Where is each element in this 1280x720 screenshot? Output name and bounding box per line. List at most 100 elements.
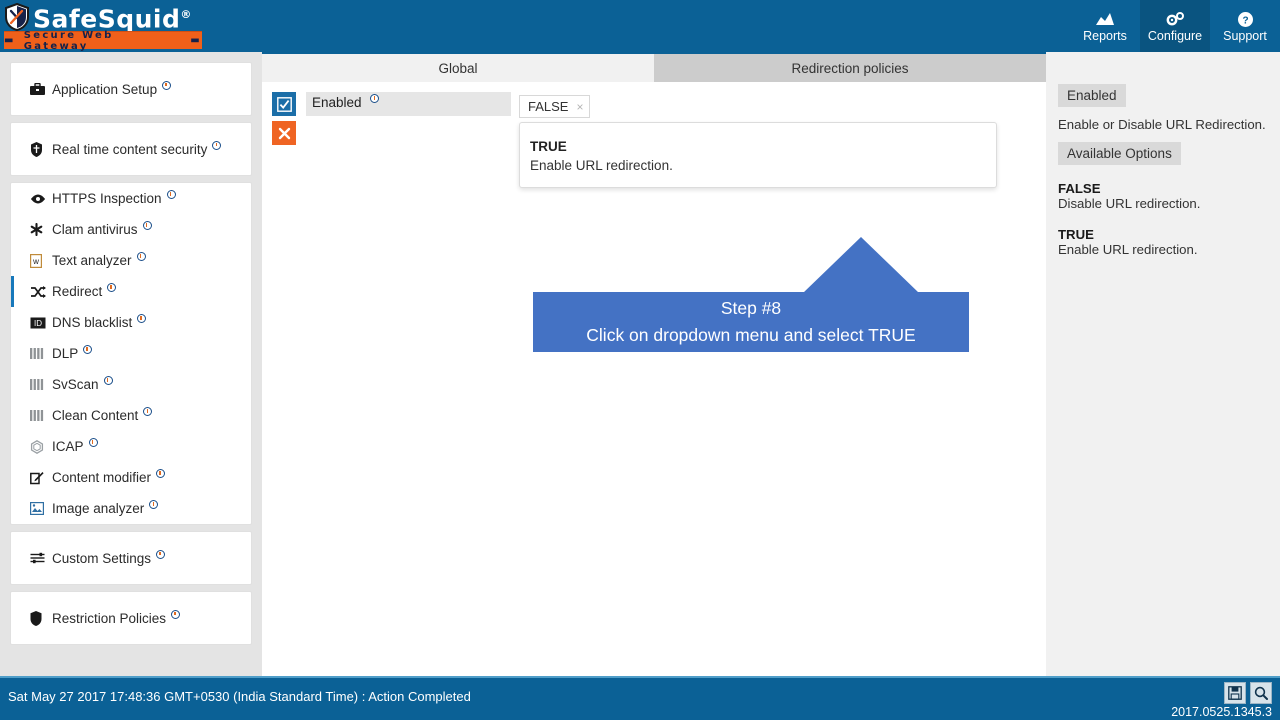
remove-value-icon[interactable]: × [576, 100, 583, 114]
sidebar-item-content-modifier[interactable]: Content modifier [11, 462, 251, 493]
sidebar-item-restriction-policies[interactable]: Restriction Policies [11, 592, 251, 644]
help-title-chip: Enabled [1058, 84, 1126, 107]
svg-text:?: ? [1242, 16, 1248, 27]
help-option-name-true: TRUE [1058, 227, 1094, 242]
info-icon[interactable] [103, 376, 113, 385]
callout-step-number: Step #8 [720, 298, 782, 318]
sliders-icon [30, 552, 50, 564]
asterisk-icon [30, 223, 50, 236]
info-icon[interactable] [212, 140, 222, 150]
info-icon[interactable] [162, 80, 172, 90]
sidebar-item-dlp[interactable]: DLP [11, 338, 251, 369]
logo-main: SafeSquid® [4, 1, 192, 33]
sidebar-item-real-time-content-security[interactable]: Real time content security [11, 123, 251, 175]
help-option-true: TRUE Enable URL redirection. [1058, 227, 1268, 257]
bars-icon [30, 410, 50, 421]
tab-global[interactable]: Global [262, 54, 654, 82]
info-icon[interactable] [137, 314, 147, 323]
sidebar-group-custom: Custom Settings [10, 531, 252, 585]
help-panel: Enabled Enable or Disable URL Redirectio… [1046, 52, 1280, 676]
sidebar-label-custom-settings: Custom Settings [52, 550, 152, 566]
selected-value-tag[interactable]: FALSE × [519, 95, 591, 118]
shuffle-icon [30, 285, 50, 298]
tab-redirection-policies[interactable]: Redirection policies [654, 54, 1046, 82]
sidebar-label-text-analyzer: Text analyzer [52, 253, 132, 268]
help-description: Enable or Disable URL Redirection. [1058, 117, 1266, 132]
sidebar-label-application-setup: Application Setup [52, 81, 158, 97]
field-label-text: Enabled [312, 95, 362, 110]
tagline-text: Secure Web Gateway [23, 29, 114, 52]
tab-label-redirection-policies: Redirection policies [791, 60, 909, 76]
row-action-buttons [272, 92, 306, 150]
info-icon[interactable] [83, 345, 93, 354]
dropdown-menu[interactable]: TRUE Enable URL redirection. [519, 122, 997, 188]
magnifier-icon[interactable] [1250, 682, 1272, 704]
info-icon[interactable] [166, 190, 176, 199]
callout-instruction: Click on dropdown menu and select TRUE [586, 325, 916, 345]
field-block: Enabled [306, 92, 511, 150]
sidebar-label-dns-blacklist: DNS blacklist [52, 315, 133, 330]
sidebar-item-https-inspection[interactable]: HTTPS Inspection [11, 183, 251, 214]
brand-logo[interactable]: SafeSquid® ▬ Secure Web Gateway ▬ [0, 0, 206, 52]
nav-item-configure[interactable]: Configure [1140, 0, 1210, 52]
image-icon [30, 502, 50, 515]
sidebar-label-dlp: DLP [52, 346, 79, 361]
main-content: Global Redirection policies Enabled FALS… [262, 52, 1046, 676]
sidebar-group-restriction: Restriction Policies [10, 591, 252, 645]
help-option-name-false: FALSE [1058, 181, 1101, 196]
dropdown-option-desc-true: Enable URL redirection. [530, 158, 673, 173]
sidebar-group-realtime: Real time content security [10, 122, 252, 176]
sidebar-item-clam-antivirus[interactable]: Clam antivirus [11, 214, 251, 245]
sidebar-label-content-modifier: Content modifier [52, 470, 152, 485]
sidebar-item-redirect[interactable]: Redirect [11, 276, 251, 307]
sidebar-group-application: Application Setup [10, 62, 252, 116]
sidebar-label-svscan: SvScan [52, 377, 99, 392]
info-icon[interactable] [107, 283, 117, 292]
logo-wordmark: SafeSquid® [33, 1, 192, 33]
sidebar-item-application-setup[interactable]: Application Setup [11, 63, 251, 115]
version-label: 2017.0525.1345.3 [1171, 705, 1272, 719]
header-nav: Reports Configure ? Support [1070, 0, 1280, 52]
app-header: SafeSquid® ▬ Secure Web Gateway ▬ Report… [0, 0, 1280, 52]
status-bar: Sat May 27 2017 17:48:36 GMT+0530 (India… [0, 676, 1280, 720]
question-circle-icon: ? [1237, 10, 1254, 29]
status-text: Sat May 27 2017 17:48:36 GMT+0530 (India… [8, 689, 471, 704]
bars-icon [30, 348, 50, 359]
nav-item-reports[interactable]: Reports [1070, 0, 1140, 52]
dns-icon: ID [30, 317, 50, 329]
sidebar-item-image-analyzer[interactable]: Image analyzer [11, 493, 251, 524]
info-icon[interactable] [156, 549, 166, 559]
dropdown-option-title-true[interactable]: TRUE [530, 139, 996, 154]
nav-item-support[interactable]: ? Support [1210, 0, 1280, 52]
gears-icon [1164, 10, 1186, 29]
shield-icon [30, 610, 50, 626]
floppy-disk-icon[interactable] [1224, 682, 1246, 704]
sidebar: Application Setup Real time content secu… [0, 52, 262, 676]
info-icon[interactable] [156, 469, 166, 478]
sidebar-label-icap: ICAP [52, 439, 84, 454]
delete-row-button[interactable] [272, 121, 296, 145]
sidebar-item-svscan[interactable]: SvScan [11, 369, 251, 400]
sidebar-item-text-analyzer[interactable]: w Text analyzer [11, 245, 251, 276]
callout-arrow [803, 237, 919, 293]
info-icon[interactable] [143, 407, 153, 416]
value-select: FALSE × TRUE Enable URL redirection. [519, 92, 997, 188]
info-icon[interactable] [370, 94, 380, 103]
sidebar-label-image-analyzer: Image analyzer [52, 501, 145, 516]
info-icon[interactable] [171, 609, 181, 619]
sidebar-item-dns-blacklist[interactable]: ID DNS blacklist [11, 307, 251, 338]
info-icon[interactable] [149, 500, 159, 509]
info-icon[interactable] [136, 252, 146, 261]
sidebar-item-clean-content[interactable]: Clean Content [11, 400, 251, 431]
sidebar-label-real-time-content-security: Real time content security [52, 141, 208, 157]
briefcase-icon [30, 82, 50, 96]
sidebar-item-custom-settings[interactable]: Custom Settings [11, 532, 251, 584]
sidebar-label-restriction-policies: Restriction Policies [52, 610, 167, 626]
step-callout: Step #8 Click on dropdown menu and selec… [533, 292, 969, 352]
help-option-desc-false: Disable URL redirection. [1058, 196, 1201, 211]
enable-checkbox-button[interactable] [272, 92, 296, 116]
info-icon[interactable] [142, 221, 152, 230]
info-icon[interactable] [88, 438, 98, 447]
svg-text:w: w [32, 257, 39, 266]
sidebar-item-icap[interactable]: ICAP [11, 431, 251, 462]
